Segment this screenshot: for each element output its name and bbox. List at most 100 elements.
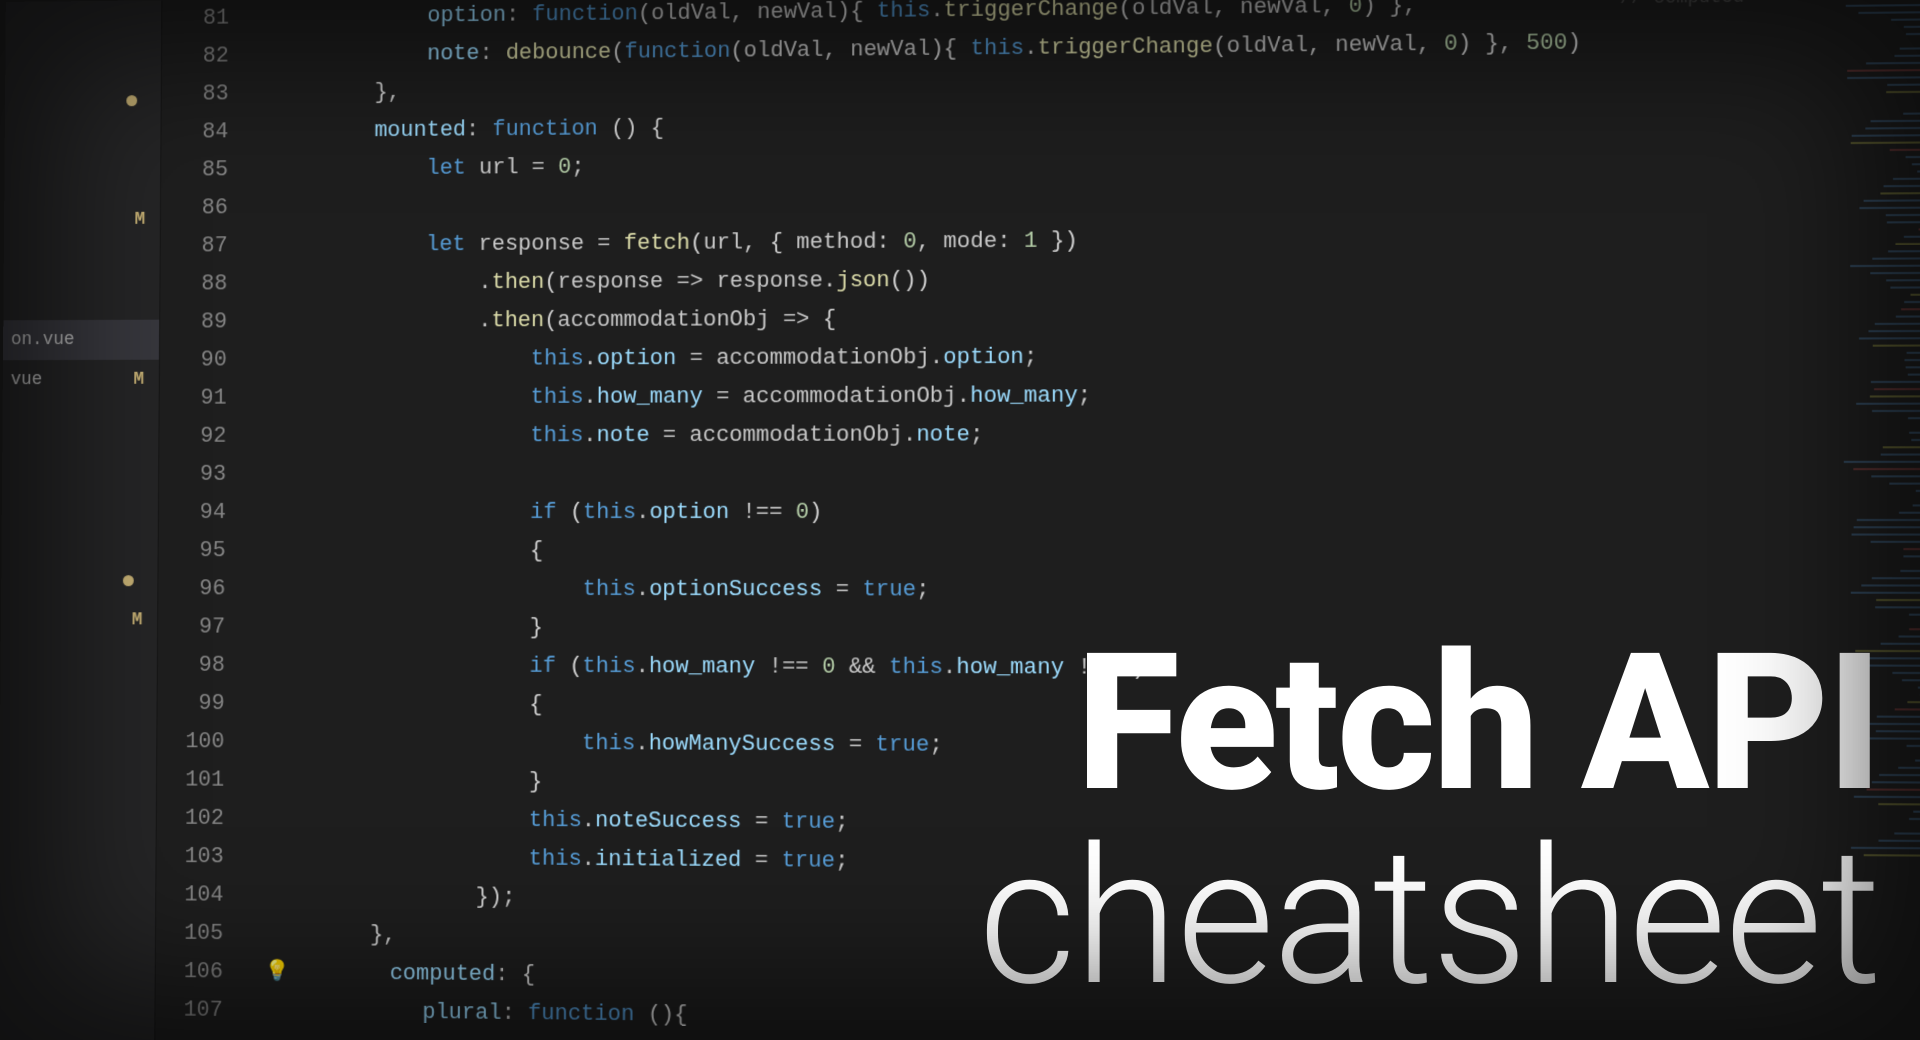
minimap-line — [1872, 577, 1920, 579]
minimap-line — [1903, 555, 1920, 557]
code-line[interactable]: this.how_many = accommodationObj.how_man… — [268, 375, 1767, 417]
minimap-line — [1907, 352, 1920, 354]
code-line[interactable]: .then(accommodationObj => { — [269, 296, 1767, 341]
line-number: 103 — [156, 838, 247, 877]
minimap-line — [1847, 76, 1920, 79]
minimap-line — [1847, 69, 1920, 72]
minimap-line — [1865, 127, 1920, 130]
minimap-line — [1894, 54, 1920, 57]
explorer-row[interactable] — [5, 80, 161, 121]
minimap-line — [1878, 803, 1920, 805]
minimap-line — [1880, 192, 1920, 194]
minimap-line — [1909, 432, 1920, 434]
minimap-line — [1892, 672, 1920, 674]
code-area[interactable]: option: function(oldVal, newVal){ this.t… — [264, 0, 1769, 1040]
explorer-row — [0, 720, 156, 761]
line-number: 94 — [159, 494, 250, 532]
file-explorer[interactable]: Mon.vue vue M M — [0, 0, 162, 1040]
minimap-line — [1898, 767, 1920, 769]
code-line[interactable]: { — [267, 532, 1767, 572]
code-line[interactable]: .then(response => response.json()) — [269, 257, 1766, 303]
lightbulb-icon[interactable]: 💡 — [265, 954, 285, 993]
minimap-line — [1844, 461, 1920, 463]
line-number: 96 — [158, 570, 249, 608]
minimap-line — [1853, 468, 1920, 470]
minimap-line — [1894, 832, 1920, 834]
minimap-line — [1902, 679, 1920, 681]
line-number: 87 — [161, 227, 252, 266]
minimap-line — [1858, 11, 1920, 14]
line-number: 93 — [159, 456, 250, 494]
modified-badge: M — [133, 370, 145, 390]
minimap-line — [1857, 519, 1920, 521]
minimap-line — [1875, 606, 1920, 608]
minimap-line — [1911, 439, 1920, 441]
minimap-line — [1867, 788, 1920, 791]
line-number: 86 — [161, 189, 252, 228]
editor-window: Mon.vue vue M M // computed 818283848586878… — [0, 0, 1920, 1040]
minimap-line — [1861, 584, 1920, 586]
minimap-line — [1871, 381, 1920, 383]
line-number: 99 — [157, 685, 248, 724]
explorer-row[interactable] — [1, 560, 157, 600]
code-line[interactable]: this.option = accommodationObj.option; — [268, 336, 1766, 380]
modified-badge: M — [134, 210, 146, 230]
line-number: 106 — [156, 953, 247, 992]
file-name: vue — [11, 370, 43, 390]
line-number: 91 — [160, 379, 251, 417]
code-line[interactable]: { — [266, 685, 1768, 730]
minimap-line — [1909, 628, 1920, 630]
minimap-line — [1908, 373, 1920, 375]
minimap-line — [1913, 811, 1920, 813]
minimap-line — [1876, 730, 1920, 732]
explorer-row[interactable]: on.vue — [3, 320, 159, 361]
minimap-line — [1888, 250, 1920, 252]
minimap-line — [1901, 308, 1920, 310]
minimap-line — [1907, 745, 1920, 747]
minimap-line — [1852, 134, 1920, 137]
explorer-row — [0, 760, 156, 801]
line-number: 105 — [156, 914, 247, 953]
minimap-line — [1854, 664, 1920, 666]
minimap-line — [1869, 737, 1920, 739]
minimap-line — [1906, 156, 1920, 158]
minimap-line — [1909, 818, 1920, 820]
minimap-line — [1879, 774, 1920, 776]
line-number: 83 — [162, 75, 253, 114]
minimap-line — [1874, 388, 1920, 390]
minimap-line — [1905, 359, 1920, 361]
code-line[interactable]: this.note = accommodationObj.note; — [268, 414, 1767, 455]
code-editor[interactable]: // computed 8182838485868788899091929394… — [155, 0, 1920, 1040]
line-number: 98 — [158, 647, 249, 686]
code-line[interactable]: if (this.how_many !== 0 && this.how_many… — [266, 647, 1768, 690]
line-number: 82 — [162, 37, 253, 76]
code-line[interactable]: this.optionSuccess = true; — [267, 570, 1768, 611]
minimap-line — [1883, 446, 1920, 448]
minimap-line — [1912, 163, 1920, 165]
minimap-line — [1871, 120, 1920, 123]
minimap-line — [1870, 272, 1920, 274]
minimap-line — [1868, 330, 1920, 332]
explorer-row[interactable]: M — [4, 200, 160, 241]
minimap-line — [1859, 207, 1920, 210]
code-line[interactable]: } — [267, 609, 1768, 651]
minimap-line — [1887, 83, 1920, 86]
minimap-line — [1852, 533, 1920, 535]
code-line[interactable]: if (this.option !== 0) — [267, 493, 1767, 532]
minimap-line — [1854, 526, 1920, 528]
minimap-line — [1877, 716, 1920, 718]
explorer-row — [1, 520, 157, 560]
minimap-line — [1904, 301, 1920, 303]
minimap-line — [1870, 395, 1920, 397]
minimap-line — [1916, 490, 1920, 492]
minimap-line — [1889, 483, 1920, 485]
minimap-line — [1908, 417, 1920, 419]
minimap-line — [1851, 592, 1920, 594]
minimap-line — [1904, 236, 1920, 238]
code-line[interactable] — [268, 454, 1767, 494]
minimap[interactable] — [1775, 0, 1920, 1040]
minimap-line — [1872, 410, 1920, 412]
modified-dot-icon — [126, 95, 137, 106]
explorer-row[interactable]: vue M — [3, 360, 159, 400]
explorer-row[interactable]: M — [1, 600, 158, 640]
